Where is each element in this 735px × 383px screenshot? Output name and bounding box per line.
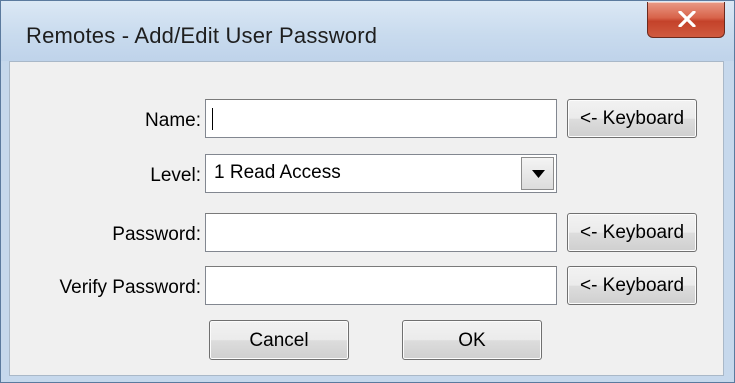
close-icon [678,11,696,27]
cancel-button[interactable]: Cancel [209,320,349,360]
level-dropdown-button[interactable] [521,157,554,190]
text-caret [212,108,213,130]
dialog-window: Remotes - Add/Edit User Password Name: <… [0,0,735,383]
name-keyboard-button[interactable]: <- Keyboard [567,99,697,138]
verify-password-keyboard-button[interactable]: <- Keyboard [567,266,697,305]
title-bar[interactable]: Remotes - Add/Edit User Password [1,1,734,61]
password-keyboard-button[interactable]: <- Keyboard [567,213,697,252]
name-label: Name: [145,110,201,131]
name-input[interactable] [205,99,557,138]
ok-button[interactable]: OK [402,320,542,360]
password-input[interactable] [205,213,557,252]
level-selected-value: 1 Read Access [214,162,341,183]
verify-password-input[interactable] [205,266,557,305]
level-label: Level: [150,165,201,186]
close-button[interactable] [647,2,725,38]
verify-password-label: Verify Password: [59,277,202,298]
dialog-body: Name: <- Keyboard Level: 1 Read Access P… [9,61,724,376]
window-title: Remotes - Add/Edit User Password [26,23,378,48]
level-select[interactable]: 1 Read Access [205,154,557,193]
chevron-down-icon [532,170,545,178]
password-label: Password: [112,224,201,245]
